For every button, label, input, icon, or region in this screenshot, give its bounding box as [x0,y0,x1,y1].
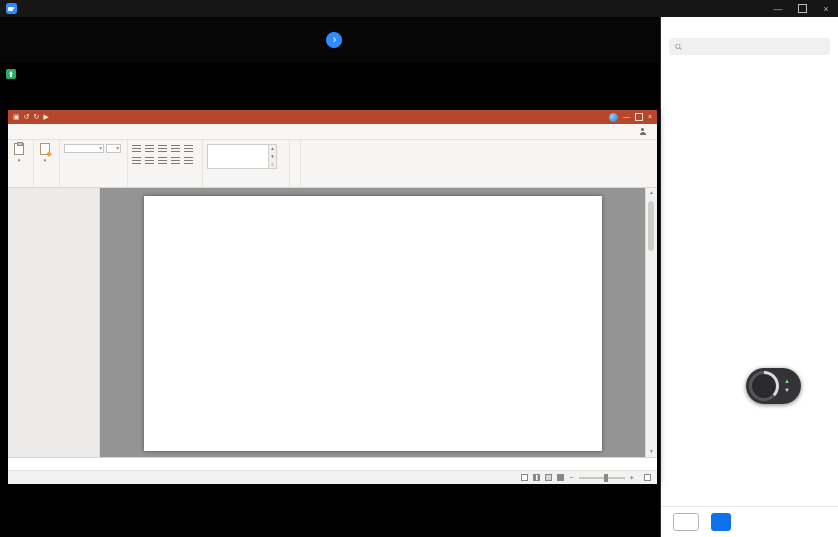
upload-arrow-icon: ▲ [784,379,790,385]
bullet-list-icon[interactable] [132,145,141,153]
slide-canvas[interactable] [144,196,602,451]
zoom-out-icon[interactable]: − [569,473,573,482]
paragraph-icon-rows [132,144,193,178]
new-slide-button[interactable]: ▾ [37,142,53,178]
system-monitor-overlay[interactable]: ▲ ▼ [746,368,801,404]
ppt-restore-icon[interactable] [635,113,643,121]
shapes-gallery-scroll[interactable]: ▲▼≡ [269,144,277,169]
numbered-list-icon[interactable] [145,145,154,153]
ppt-ribbon-tabs [8,124,657,140]
mute-all-button[interactable] [711,513,731,531]
indent-increase-icon[interactable] [171,145,180,153]
screen-share-icon [6,69,16,79]
ribbon-group-drawing: ▲▼≡ [203,140,290,187]
minimize-icon[interactable]: — [766,0,790,17]
network-speed-stats: ▲ ▼ [784,379,792,394]
ppt-ribbon: ▾ ▾ [8,140,657,188]
nonverbal-feedback-bar [661,484,838,506]
align-right-icon[interactable] [158,157,167,165]
video-strip: › [0,17,660,63]
ppt-titlebar: ▣ ↺ ↻ ▶ — × [8,110,657,124]
quick-access-toolbar: ▣ ↺ ↻ ▶ [13,113,49,121]
share-indicator [6,69,20,79]
window-controls: — × [766,0,838,17]
search-input[interactable] [686,41,824,53]
ppt-close-icon[interactable]: × [648,114,652,121]
participants-panel [660,17,838,537]
scroll-down-icon[interactable]: ▼ [646,449,657,455]
shapes-gallery[interactable]: ▲▼≡ [207,144,277,178]
line-spacing-icon[interactable] [184,145,193,153]
ribbon-group-font: ▾ ▾ [60,140,128,187]
clipboard-icon [14,143,24,155]
clipboard-small-buttons [27,142,30,178]
start-slideshow-icon[interactable]: ▶ [43,113,48,121]
new-slide-icon [40,143,50,155]
ppt-share-button[interactable] [631,124,657,139]
usage-ring [749,371,779,401]
normal-view-icon[interactable] [521,474,528,481]
ribbon-group-editing [290,140,301,187]
scroll-up-icon[interactable]: ▲ [646,190,657,196]
invite-button[interactable] [673,513,699,531]
participants-footer [661,506,838,537]
align-center-icon[interactable] [145,157,154,165]
slide-editing-area: ▲ ▼ [100,188,657,457]
participant-search-box[interactable] [669,38,830,55]
zoom-app-icon [6,3,17,14]
close-icon[interactable]: × [814,0,838,17]
maximize-icon[interactable] [790,0,814,17]
redo-icon[interactable]: ↻ [34,113,40,121]
person-icon [639,128,646,135]
undo-icon[interactable]: ↺ [24,113,30,121]
slideshow-view-icon[interactable] [557,474,564,481]
zoom-slider-knob[interactable] [604,474,608,482]
paste-button[interactable]: ▾ [11,142,27,178]
slide-sorter-view-icon[interactable] [533,474,540,481]
justify-icon[interactable] [171,157,180,165]
caret-down-icon: ▾ [18,159,21,165]
zoom-in-icon[interactable]: + [630,473,634,482]
participants-panel-title [661,17,838,37]
zoom-titlebar: — × [0,0,838,17]
save-icon[interactable]: ▣ [13,113,20,121]
fit-to-window-icon[interactable] [644,474,651,481]
caret-down-icon: ▾ [44,159,47,165]
shared-screen-stage: › ▣ ↺ ↻ ▶ [0,17,660,537]
ribbon-group-paragraph [128,140,203,187]
scrollbar-thumb[interactable] [648,201,654,251]
slides-small-buttons [53,142,56,178]
font-name-combobox[interactable]: ▾ [64,144,104,153]
align-left-icon[interactable] [132,157,141,165]
reading-view-icon[interactable] [545,474,552,481]
slide-thumbnail-panel [8,188,100,457]
ppt-titlebar-right: — × [604,113,652,122]
zoom-slider[interactable] [579,477,625,479]
ppt-statusbar: − + [8,470,657,484]
download-arrow-icon: ▼ [784,388,790,394]
columns-icon[interactable] [184,157,193,165]
search-icon [675,43,682,51]
ppt-minimize-icon[interactable]: — [623,114,630,121]
account-avatar[interactable] [609,113,618,122]
participant-list [661,61,838,484]
font-size-combobox[interactable]: ▾ [106,144,121,153]
slide-scrollbar[interactable]: ▲ ▼ [645,188,657,457]
zoom-meeting-window: — × › ▣ ↺ ↻ ▶ [0,0,838,537]
ribbon-group-slides: ▾ [34,140,60,187]
notes-pane[interactable] [8,457,657,470]
indent-decrease-icon[interactable] [158,145,167,153]
next-videos-button[interactable]: › [326,32,342,48]
powerpoint-window: ▣ ↺ ↻ ▶ — × [8,110,657,484]
ribbon-group-clipboard: ▾ [8,140,34,187]
